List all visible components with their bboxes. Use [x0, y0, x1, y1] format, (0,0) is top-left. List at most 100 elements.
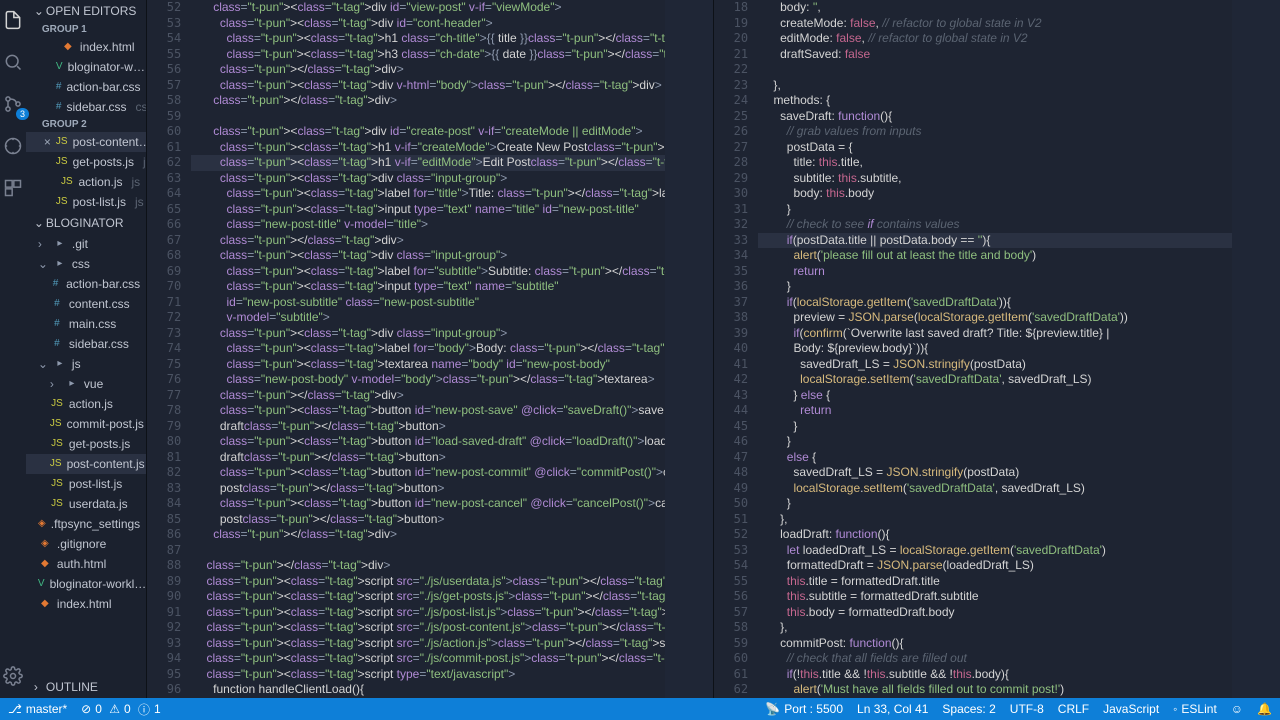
- css-icon: #: [56, 80, 62, 94]
- tree-index-html[interactable]: ◆ index.html: [26, 594, 146, 614]
- tree-label: .ftpsync_settings: [51, 515, 140, 533]
- tree-label: post-content.js: [67, 455, 145, 473]
- tree-get-posts-js[interactable]: JS get-posts.js: [26, 434, 146, 454]
- tree-commit-post-js[interactable]: JS commit-post.js: [26, 414, 146, 434]
- js-icon: JS: [50, 457, 62, 471]
- open-editor-sidebar-css[interactable]: ×#sidebar.csscss: [26, 97, 146, 117]
- editor-pane-left[interactable]: 52 53 54 55 56 57 58 59 60 61 62 63 64 6…: [147, 0, 713, 698]
- explorer-header[interactable]: ⌄BLOGINATOR: [26, 212, 146, 234]
- open-editors-header[interactable]: ⌄OPEN EDITORS: [26, 0, 146, 22]
- tree-sidebar-css[interactable]: # sidebar.css: [26, 334, 146, 354]
- notifications-icon[interactable]: 🔔: [1257, 702, 1272, 716]
- tree-label: bloginator-workl…: [50, 575, 147, 593]
- tree--gitignore[interactable]: ◈.gitignore: [26, 534, 146, 554]
- js-icon: JS: [50, 477, 64, 491]
- tree-js[interactable]: ⌄▸js: [26, 354, 146, 374]
- tree-label: vue: [84, 375, 103, 393]
- file-label: action-bar.css: [66, 78, 140, 96]
- extensions-icon[interactable]: [1, 176, 25, 200]
- js-icon: JS: [60, 175, 73, 189]
- feedback-icon[interactable]: ☺: [1231, 702, 1243, 716]
- html-icon: ◆: [38, 597, 52, 611]
- activity-bar: [0, 0, 26, 698]
- tree-vue[interactable]: ›▸vue: [26, 374, 146, 394]
- css-icon: #: [56, 100, 62, 114]
- tree-css[interactable]: ⌄▸css: [26, 254, 146, 274]
- eol[interactable]: CRLF: [1058, 702, 1089, 716]
- tree-label: post-list.js: [69, 475, 122, 493]
- file-label: post-content…: [73, 133, 148, 151]
- html-icon: ◆: [61, 40, 75, 54]
- tree-label: userdata.js: [69, 495, 128, 513]
- tree-action-js[interactable]: JSaction.js: [26, 394, 146, 414]
- tree--ftpsync_settings[interactable]: ◈ .ftpsync_settings: [26, 514, 146, 534]
- settings-icon[interactable]: [1, 664, 25, 688]
- tree-label: css: [72, 255, 90, 273]
- live-server[interactable]: 📡 Port : 5500: [765, 702, 843, 716]
- vue-icon: V: [38, 577, 45, 591]
- group-1-label: GROUP 1: [26, 22, 146, 37]
- branch-indicator[interactable]: ⎇ master*: [8, 702, 67, 716]
- tree-label: commit-post.js: [67, 415, 144, 433]
- tree-label: get-posts.js: [69, 435, 130, 453]
- indent[interactable]: Spaces: 2: [942, 702, 995, 716]
- file-label: index.html: [80, 38, 135, 56]
- js-icon: JS: [50, 437, 64, 451]
- tree-label: content.css: [69, 295, 130, 313]
- minimap[interactable]: [665, 0, 713, 698]
- tree-label: .git: [72, 235, 88, 253]
- open-editor-get-posts-js[interactable]: ×JSget-posts.jsjs: [26, 152, 146, 172]
- open-editor-post-list-js[interactable]: ×JSpost-list.jsjs: [26, 192, 146, 212]
- group-2-label: GROUP 2: [26, 117, 146, 132]
- tree-label: index.html: [57, 595, 112, 613]
- css-icon: #: [50, 337, 64, 351]
- folder-icon: ▸: [65, 377, 79, 391]
- language-mode[interactable]: JavaScript: [1103, 702, 1159, 716]
- js-icon: JS: [50, 397, 64, 411]
- file-label: post-list.js: [73, 193, 126, 211]
- tree-post-content-js[interactable]: JSpost-content.jsM: [26, 454, 146, 474]
- file-label: sidebar.css: [66, 98, 126, 116]
- tree-auth-html[interactable]: ◆ auth.html: [26, 554, 146, 574]
- git-icon: ◈: [38, 517, 46, 531]
- css-icon: #: [50, 277, 61, 291]
- js-icon: JS: [56, 155, 68, 169]
- eslint[interactable]: ◦ ESLint: [1173, 702, 1217, 716]
- open-editor-bloginator-w-[interactable]: ×Vbloginator-w…M: [26, 57, 146, 77]
- open-editor-action-js[interactable]: ×JSaction.jsjs: [26, 172, 146, 192]
- close-icon[interactable]: ×: [44, 133, 51, 151]
- tree-post-list-js[interactable]: JS post-list.js: [26, 474, 146, 494]
- cursor-position[interactable]: Ln 33, Col 41: [857, 702, 928, 716]
- tree-action-bar-css[interactable]: #action-bar.css: [26, 274, 146, 294]
- tree-label: js: [72, 355, 81, 373]
- tree-label: sidebar.css: [69, 335, 129, 353]
- folder-icon: ▸: [53, 257, 67, 271]
- outline-header[interactable]: ›OUTLINE: [26, 676, 147, 698]
- editor-group: 52 53 54 55 56 57 58 59 60 61 62 63 64 6…: [147, 0, 1280, 698]
- css-icon: #: [50, 297, 64, 311]
- tree-content-css[interactable]: # content.css: [26, 294, 146, 314]
- encoding[interactable]: UTF-8: [1010, 702, 1044, 716]
- files-icon[interactable]: [1, 8, 25, 32]
- minimap[interactable]: [1232, 0, 1280, 698]
- folder-icon: ▸: [53, 357, 67, 371]
- file-label: get-posts.js: [73, 153, 134, 171]
- git-icon[interactable]: [1, 92, 25, 116]
- problems-indicator[interactable]: ⊘ 0 ⚠ 0 ⓘ 1: [81, 701, 161, 718]
- tree-userdata-js[interactable]: JSuserdata.js: [26, 494, 146, 514]
- open-editor-post-content-[interactable]: ×JSpost-content…M: [26, 132, 146, 152]
- js-icon: JS: [50, 417, 62, 431]
- tree--git[interactable]: ›▸.git: [26, 234, 146, 254]
- open-editor-action-bar-css[interactable]: ×#action-bar.csscss: [26, 77, 146, 97]
- tree-bloginator-workl-[interactable]: Vbloginator-workl…M: [26, 574, 146, 594]
- search-icon[interactable]: [1, 50, 25, 74]
- tree-label: main.css: [69, 315, 116, 333]
- debug-icon[interactable]: [1, 134, 25, 158]
- html-icon: ◆: [38, 557, 52, 571]
- tree-label: auth.html: [57, 555, 106, 573]
- editor-pane-right[interactable]: 18 19 20 21 22 23 24 25 26 27 28 29 30 3…: [713, 0, 1280, 698]
- js-icon: JS: [56, 135, 68, 149]
- file-label: bloginator-w…: [68, 58, 145, 76]
- open-editor-index-html[interactable]: ×◆index.html: [26, 37, 146, 57]
- tree-main-css[interactable]: #main.css: [26, 314, 146, 334]
